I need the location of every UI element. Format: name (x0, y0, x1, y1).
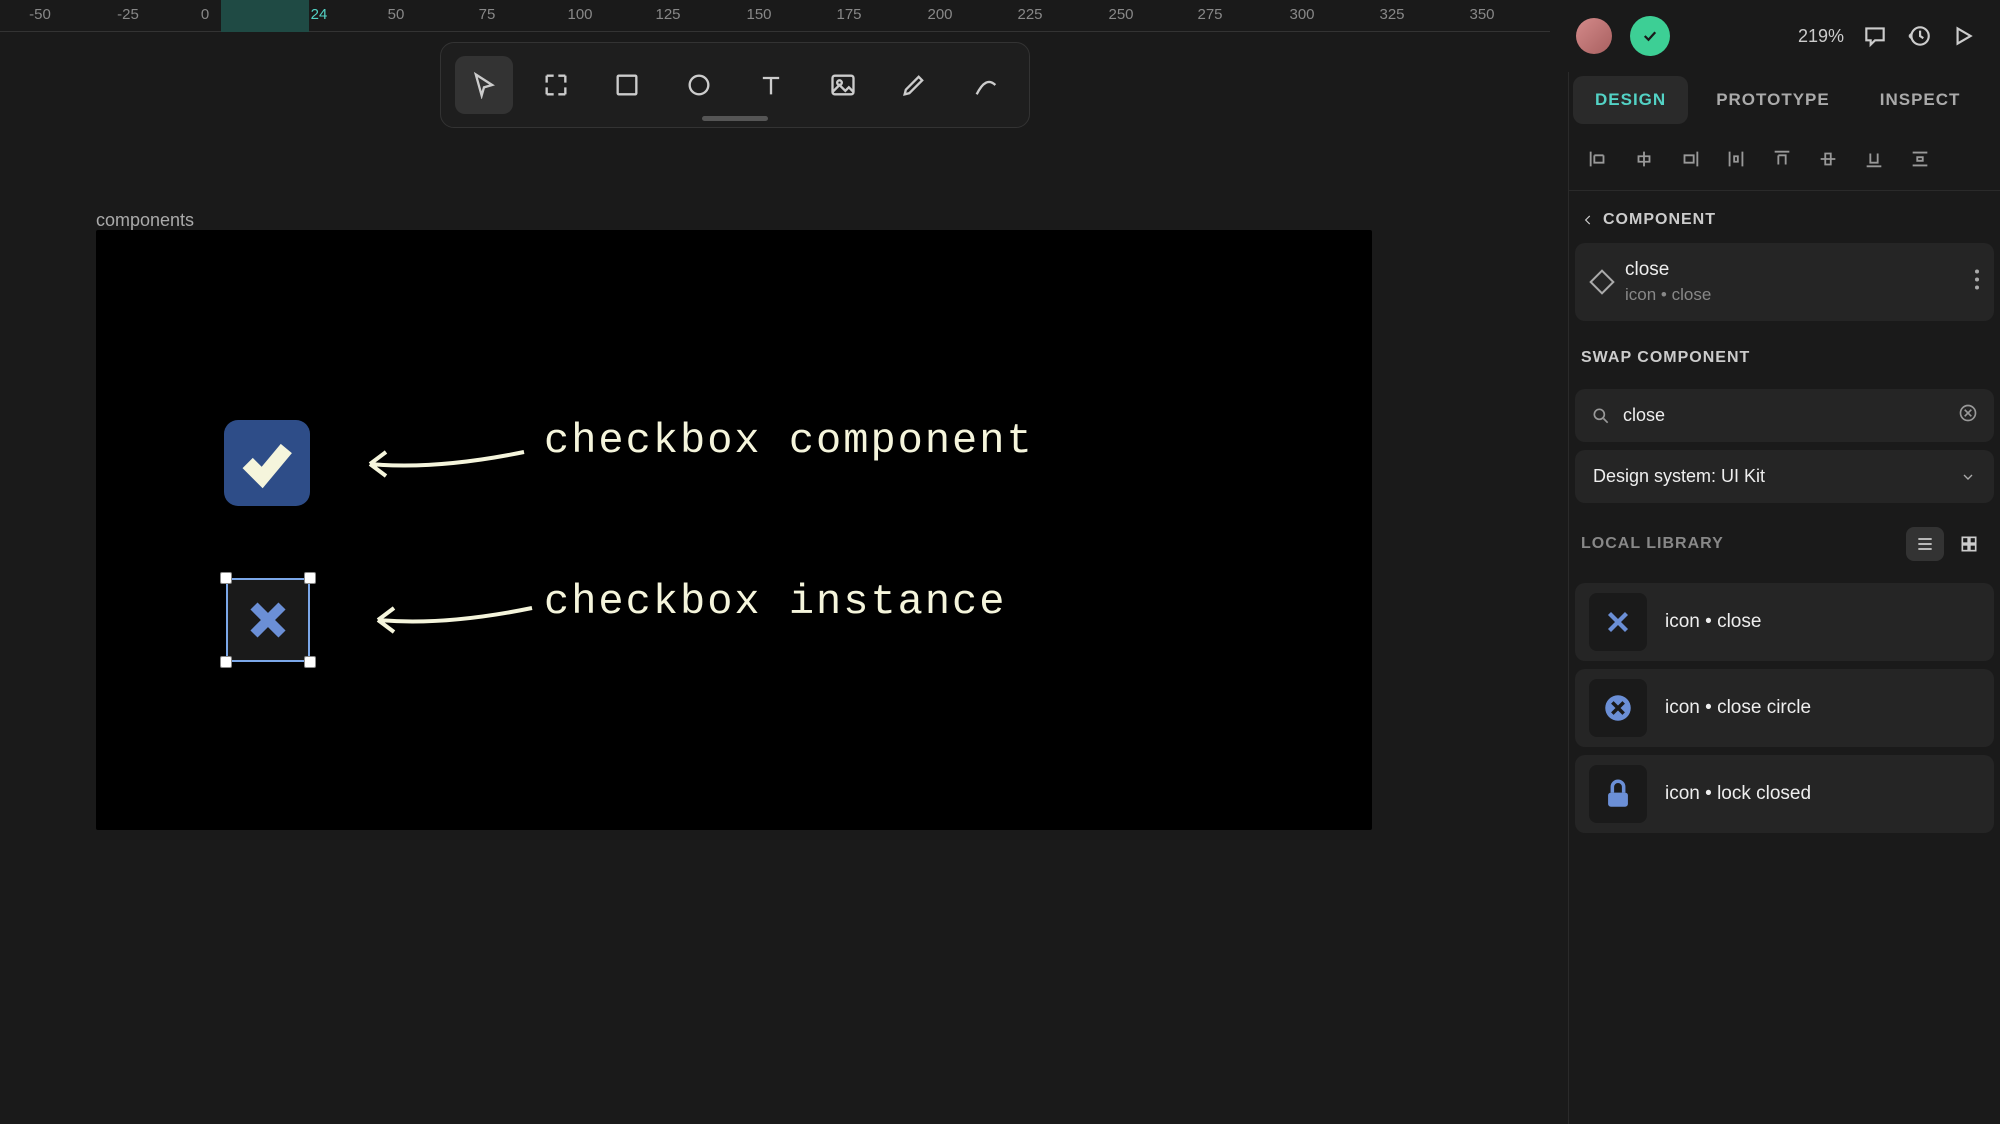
pencil-tool[interactable] (886, 56, 944, 114)
close-icon (244, 596, 292, 644)
align-right[interactable] (1673, 142, 1707, 176)
comment-icon[interactable] (1862, 23, 1888, 49)
align-center-v[interactable] (1811, 142, 1845, 176)
selection-handle-br[interactable] (304, 656, 316, 668)
zoom-level[interactable]: 219% (1798, 26, 1844, 47)
result-label: icon • close circle (1665, 697, 1811, 719)
checkbox-component[interactable] (224, 420, 310, 506)
clear-search-button[interactable] (1958, 403, 1978, 428)
frame-components[interactable]: checkbox component checkbox instance (96, 230, 1372, 830)
ruler-tick: 275 (1197, 6, 1222, 23)
component-diamond-icon (1589, 269, 1614, 294)
grid-view-button[interactable] (1950, 527, 1988, 561)
component-card[interactable]: close icon • close (1575, 243, 1994, 321)
selection-handle-tr[interactable] (304, 572, 316, 584)
library-dropdown[interactable]: Design system: UI Kit (1575, 450, 1994, 503)
list-view-button[interactable] (1906, 527, 1944, 561)
ruler-tick: -25 (117, 6, 139, 23)
align-left[interactable] (1581, 142, 1615, 176)
result-thumbnail (1589, 679, 1647, 737)
tab-prototype[interactable]: PROTOTYPE (1694, 76, 1852, 124)
tab-inspect[interactable]: INSPECT (1858, 76, 1983, 124)
frame-tool[interactable] (527, 56, 585, 114)
chevron-left-icon (1581, 213, 1595, 227)
canvas[interactable]: components checkbox component checkbox i… (0, 32, 1552, 1124)
ruler-tick: 325 (1379, 6, 1404, 23)
result-thumbnail (1589, 765, 1647, 823)
toolbar-drag-handle[interactable] (702, 116, 768, 121)
user-avatar[interactable] (1576, 18, 1612, 54)
distribute-v[interactable] (1903, 142, 1937, 176)
component-section-header[interactable]: COMPONENT (1569, 191, 2000, 243)
local-library-header: LOCAL LIBRARY (1569, 503, 2000, 575)
ruler-tick: 200 (927, 6, 952, 23)
selection-handle-bl[interactable] (220, 656, 232, 668)
align-bottom[interactable] (1857, 142, 1891, 176)
ruler-tick: 350 (1469, 6, 1494, 23)
swap-section-label: SWAP COMPONENT (1581, 349, 1750, 367)
more-vertical-icon (1974, 269, 1980, 291)
swap-section-header: SWAP COMPONENT (1569, 321, 2000, 381)
align-center-h[interactable] (1627, 142, 1661, 176)
swap-results-list: icon • close icon • close circle icon • … (1569, 583, 2000, 833)
tab-design[interactable]: DESIGN (1573, 76, 1688, 124)
search-icon (1591, 406, 1611, 426)
ruler-tick: 175 (836, 6, 861, 23)
ruler-tick: 100 (567, 6, 592, 23)
ruler-tick: 250 (1108, 6, 1133, 23)
ruler-tick: 50 (388, 6, 405, 23)
rectangle-tool[interactable] (599, 56, 657, 114)
ruler-tick: -50 (29, 6, 51, 23)
component-breadcrumb: icon • close (1625, 285, 1711, 305)
align-top[interactable] (1765, 142, 1799, 176)
swap-result-item[interactable]: icon • close (1575, 583, 1994, 661)
arrow-annotation-1 (356, 442, 526, 497)
alignment-row (1569, 128, 2000, 191)
local-library-label: LOCAL LIBRARY (1581, 535, 1724, 553)
ruler-tick: 75 (479, 6, 496, 23)
annotation-checkbox-instance: checkbox instance (544, 578, 1006, 626)
chevron-down-icon (1960, 469, 1976, 485)
move-tool[interactable] (455, 56, 513, 114)
pen-tool[interactable] (957, 56, 1015, 114)
ruler-tick: 0 (201, 6, 209, 23)
distribute-h[interactable] (1719, 142, 1753, 176)
checkbox-instance-selection[interactable] (218, 570, 318, 670)
swap-search-input[interactable] (1623, 405, 1946, 426)
properties-panel: DESIGN PROTOTYPE INSPECT COMPONENT close… (1568, 72, 2000, 1124)
top-bar: 219% (1552, 0, 2000, 72)
image-tool[interactable] (814, 56, 872, 114)
checkbox-instance[interactable] (226, 578, 310, 662)
component-section-label: COMPONENT (1603, 211, 1716, 229)
ruler-tick: 300 (1289, 6, 1314, 23)
frame-label[interactable]: components (96, 210, 194, 231)
text-tool[interactable] (742, 56, 800, 114)
swap-result-item[interactable]: icon • close circle (1575, 669, 1994, 747)
main-toolbar (440, 42, 1030, 128)
result-label: icon • lock closed (1665, 783, 1811, 805)
ruler-tick: 24 (311, 6, 328, 23)
component-name: close (1625, 259, 1711, 281)
annotation-checkbox-component: checkbox component (544, 417, 1034, 465)
history-icon[interactable] (1906, 23, 1932, 49)
component-more-button[interactable] (1974, 269, 1980, 296)
selection-handle-tl[interactable] (220, 572, 232, 584)
panel-tabs: DESIGN PROTOTYPE INSPECT (1569, 72, 2000, 128)
horizontal-ruler: -50 -25 0 24 50 75 100 125 150 175 200 225 250 275 300… (0, 0, 1550, 32)
library-name: Design system: UI Kit (1593, 466, 1765, 487)
swap-result-item[interactable]: icon • lock closed (1575, 755, 1994, 833)
ruler-selection-highlight (221, 0, 309, 32)
ruler-tick: 225 (1017, 6, 1042, 23)
checkmark-icon (238, 434, 296, 492)
ellipse-tool[interactable] (670, 56, 728, 114)
ruler-tick: 150 (746, 6, 771, 23)
collaborator-avatar[interactable] (1630, 16, 1670, 56)
result-label: icon • close (1665, 611, 1761, 633)
play-icon[interactable] (1950, 23, 1976, 49)
view-toggle (1906, 527, 1988, 561)
arrow-annotation-2 (364, 598, 534, 653)
result-thumbnail (1589, 593, 1647, 651)
ruler-tick: 125 (655, 6, 680, 23)
swap-search[interactable] (1575, 389, 1994, 442)
